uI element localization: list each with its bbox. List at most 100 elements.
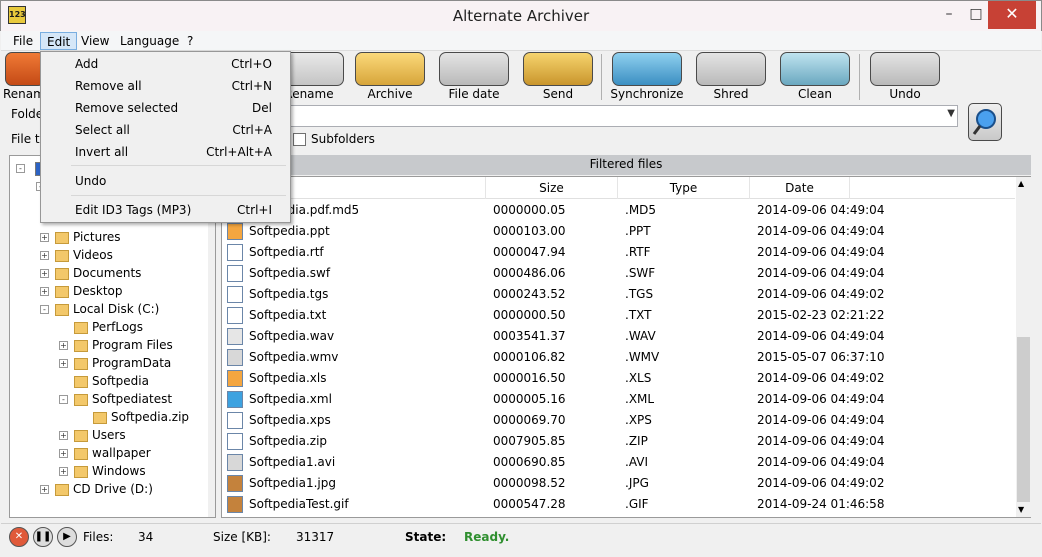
file-row[interactable]: Softpedia1.avi 0000690.85 .AVI 2014-09-06 0… [222, 452, 1015, 473]
expand-icon[interactable]: + [59, 341, 68, 350]
tree-item[interactable]: + Users [59, 426, 126, 444]
file-type: .TGS [625, 287, 654, 301]
edit-menu-item[interactable]: Edit ID3 Tags (MP3) Ctrl+I [43, 199, 288, 221]
file-row[interactable]: Softpedia.txt 0000000.50 .TXT 2015-02-23 02… [222, 305, 1015, 326]
file-row[interactable]: Softpedia1.jpg 0000098.52 .JPG 2014-09-06 0… [222, 473, 1015, 494]
status-bar: ✕ ❚❚ ▶ Files: 34 Size [KB]: 31317 State:… [1, 523, 1041, 551]
column-header-type[interactable]: Type [618, 177, 750, 199]
pause-icon[interactable]: ❚❚ [33, 527, 53, 547]
tree-item[interactable]: Softpedia [59, 372, 149, 390]
file-list[interactable]: Size Type Date Softpedia.pdf.md5 0000000.… [221, 176, 1031, 518]
file-type: .ZIP [625, 434, 648, 448]
edit-menu-item[interactable]: Add Ctrl+O [43, 53, 288, 75]
file-type: .XML [625, 392, 655, 406]
column-header-date[interactable]: Date [750, 177, 850, 199]
edit-menu-item[interactable]: Undo [43, 170, 288, 192]
undo-button[interactable]: Undo [865, 52, 945, 102]
file-row[interactable]: SoftpediaTest.gif 0000547.28 .GIF 2014-09-2… [222, 494, 1015, 515]
file-row[interactable]: Softpedia.xls 0000016.50 .XLS 2014-09-06 04… [222, 368, 1015, 389]
play-icon[interactable]: ▶ [57, 527, 77, 547]
scroll-up-icon[interactable]: ▲ [1018, 179, 1024, 188]
column-header-size[interactable]: Size [486, 177, 618, 199]
tree-item[interactable]: + ProgramData [59, 354, 171, 372]
menu-file[interactable]: File [7, 32, 39, 50]
file-row[interactable]: Softpedia.xml 0000005.16 .XML 2014-09-06 04… [222, 389, 1015, 410]
folder-icon [55, 249, 69, 262]
folder-combo[interactable]: ▼ [290, 105, 958, 127]
file-row[interactable]: Softpedia.ppt 0000103.00 .PPT 2014-09-06 04… [222, 221, 1015, 242]
file-row[interactable]: Softpedia.zip 0007905.85 .ZIP 2014-09-06 04… [222, 431, 1015, 452]
file-name: Softpedia1.jpg [249, 476, 336, 490]
file-row[interactable]: Softpedia.tgs 0000243.52 .TGS 2014-09-06 04… [222, 284, 1015, 305]
file-row[interactable]: Softpedia.pdf.md5 0000000.05 .MD5 2014-09-0… [222, 200, 1015, 221]
collapse-icon[interactable]: - [59, 395, 68, 404]
expand-icon[interactable]: + [59, 359, 68, 368]
menu-item-shortcut: Ctrl+A [232, 123, 272, 137]
tree-item[interactable]: + Videos [40, 246, 113, 264]
menu-edit[interactable]: Edit [40, 32, 78, 50]
tree-item[interactable]: Softpedia.zip [78, 408, 189, 426]
file-type: .JPG [625, 476, 649, 490]
expand-icon[interactable]: + [40, 251, 49, 260]
file-row[interactable]: Softpedia.swf 0000486.06 .SWF 2014-09-06 04… [222, 263, 1015, 284]
edit-menu-item[interactable]: Remove all Ctrl+N [43, 75, 288, 97]
synchronize-button[interactable]: Synchronize [607, 52, 687, 102]
expand-icon[interactable]: + [40, 287, 49, 296]
file-name: Softpedia.ppt [249, 224, 330, 238]
tree-item[interactable]: - Local Disk (C:) [40, 300, 159, 318]
file-date-button[interactable]: File date [434, 52, 514, 102]
file-row[interactable]: Softpedia.wmv 0000106.82 .WMV 2015-05-07 06… [222, 347, 1015, 368]
list-scrollbar[interactable]: ▲ ▼ [1016, 177, 1031, 517]
close-button[interactable]: ✕ [988, 1, 1036, 29]
shred-button[interactable]: Shred [691, 52, 771, 102]
tree-item[interactable]: + Documents [40, 264, 141, 282]
file-icon [227, 454, 243, 471]
expand-icon[interactable]: + [40, 485, 49, 494]
expand-icon[interactable]: + [59, 467, 68, 476]
edit-menu-item[interactable]: Invert all Ctrl+Alt+A [43, 141, 288, 163]
expand-icon[interactable]: + [40, 233, 49, 242]
file-size: 0000000.50 [493, 308, 566, 322]
tree-item[interactable]: + Windows [59, 462, 146, 480]
tree-item-label: Documents [73, 266, 142, 280]
tree-item[interactable]: + Program Files [59, 336, 173, 354]
collapse-icon[interactable]: - [40, 305, 49, 314]
tree-item[interactable]: - Softpediatest [59, 390, 172, 408]
tree-item[interactable]: + CD Drive (D:) [40, 480, 153, 498]
menu-help[interactable]: ? [181, 32, 199, 50]
chevron-down-icon[interactable]: ▼ [947, 108, 955, 119]
tree-item-label: Pictures [73, 230, 121, 244]
tree-item-label: Desktop [73, 284, 123, 298]
edit-menu-item[interactable]: Remove selected Del [43, 97, 288, 119]
search-button[interactable] [968, 103, 1002, 141]
expand-icon[interactable]: + [59, 449, 68, 458]
scroll-down-icon[interactable]: ▼ [1018, 505, 1024, 514]
file-name: Softpedia.xls [249, 371, 327, 385]
file-row[interactable]: Softpedia.rtf 0000047.94 .RTF 2014-09-06 04… [222, 242, 1015, 263]
tree-item[interactable]: PerfLogs [59, 318, 143, 336]
file-row[interactable]: Softpedia.xps 0000069.70 .XPS 2014-09-06 04… [222, 410, 1015, 431]
stop-icon[interactable]: ✕ [9, 527, 29, 547]
tree-item[interactable]: + Desktop [40, 282, 123, 300]
menu-language[interactable]: Language [114, 32, 185, 50]
maximize-button[interactable]: □ [964, 1, 988, 29]
scroll-thumb[interactable] [1017, 337, 1030, 502]
edit-menu-item[interactable]: Select all Ctrl+A [43, 119, 288, 141]
expand-icon[interactable]: + [59, 431, 68, 440]
tree-item[interactable]: + Pictures [40, 228, 121, 246]
undo-folder-icon [870, 52, 940, 86]
minimize-button[interactable]: – [934, 1, 964, 29]
send-button[interactable]: Send [518, 52, 598, 102]
tree-item[interactable]: + wallpaper [59, 444, 151, 462]
expand-icon[interactable]: + [40, 269, 49, 278]
collapse-icon[interactable]: - [16, 164, 25, 173]
archive-button[interactable]: Archive [350, 52, 430, 102]
file-type: .AVI [625, 455, 649, 469]
file-row[interactable]: Softpedia.wav 0003541.37 .WAV 2014-09-06 04… [222, 326, 1015, 347]
file-name: Softpedia.rtf [249, 245, 324, 259]
files-label: Files: [83, 530, 114, 544]
menu-view[interactable]: View [75, 32, 115, 50]
menu-item-label: Invert all [75, 145, 129, 159]
clean-button[interactable]: Clean [775, 52, 855, 102]
subfolders-checkbox[interactable] [293, 133, 306, 146]
